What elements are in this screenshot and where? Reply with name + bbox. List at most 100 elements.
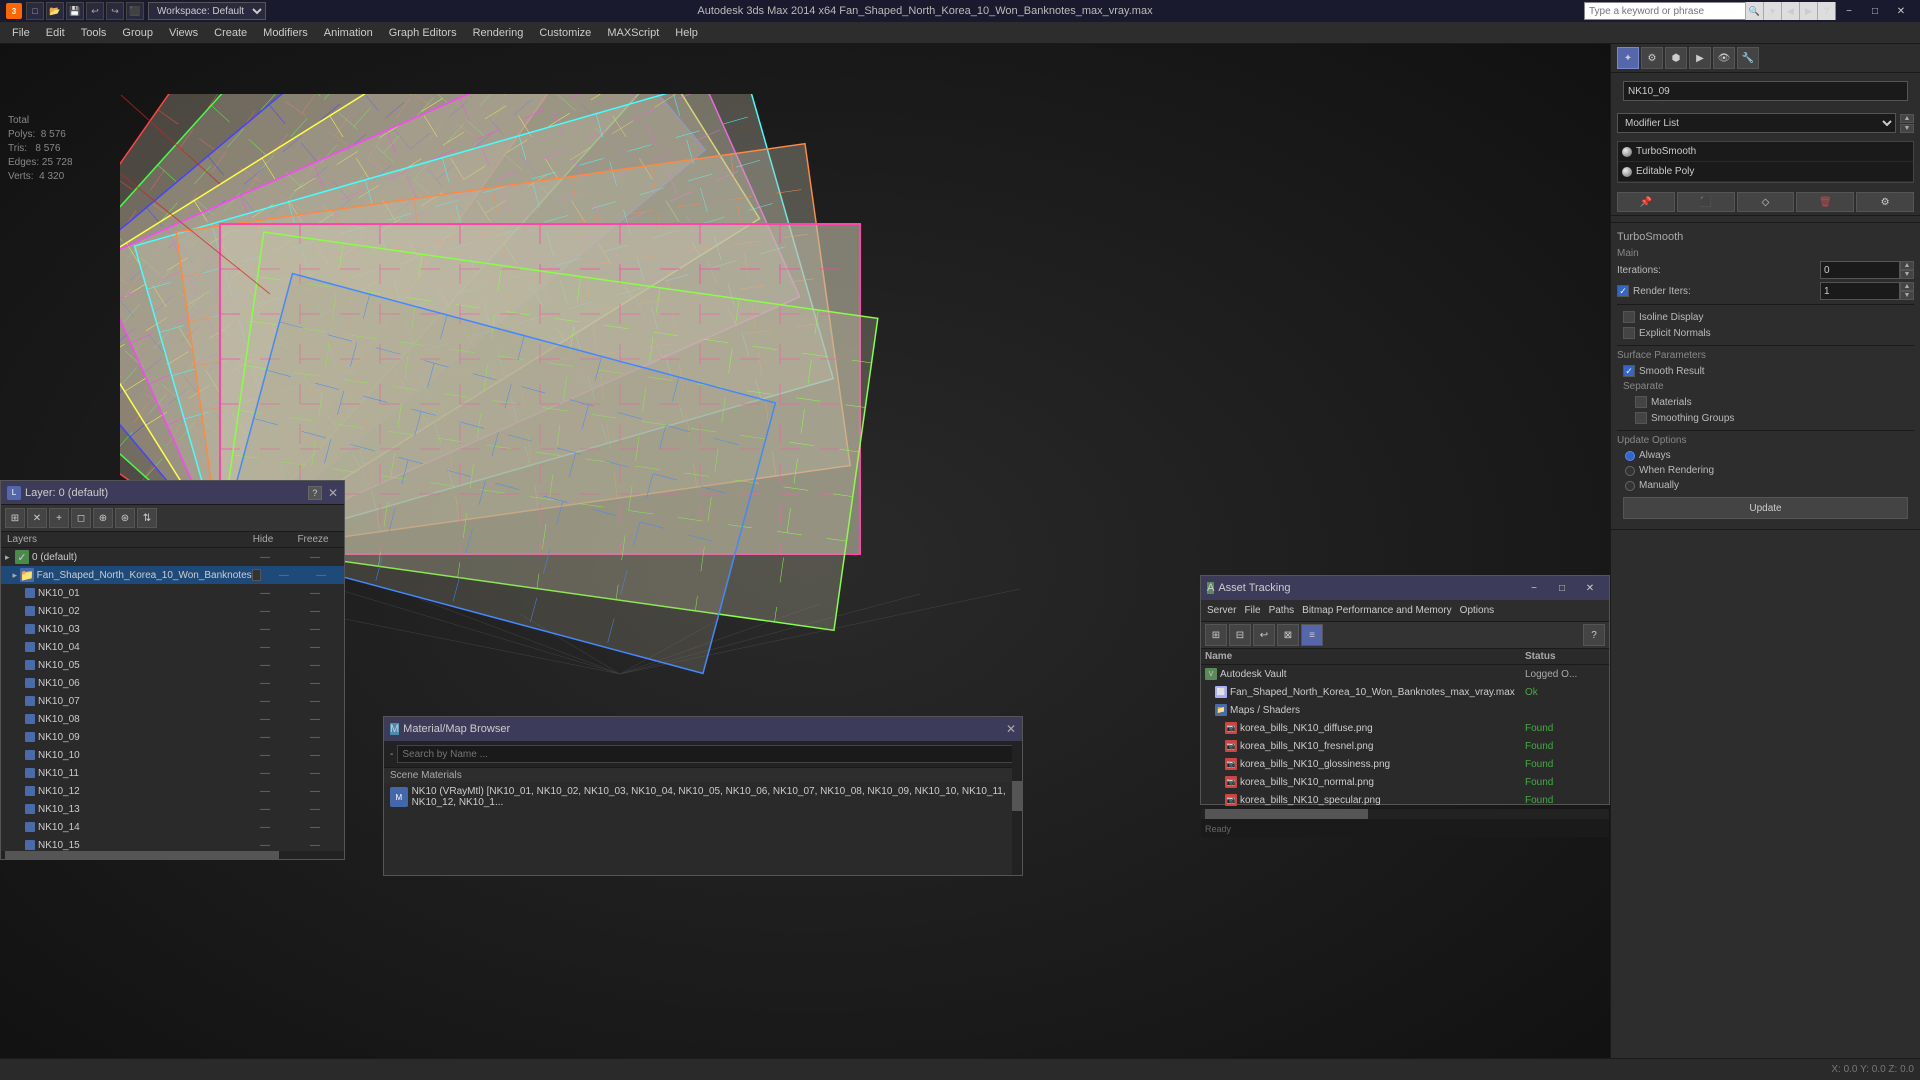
layer-item-nk10-10[interactable]: NK10_10 — —	[1, 746, 344, 764]
show-end-result-btn[interactable]: ⬛	[1677, 192, 1735, 212]
update-manually-radio[interactable]	[1625, 481, 1635, 491]
layer-item-nk10-03[interactable]: NK10_03 — —	[1, 620, 344, 638]
render-iters-input[interactable]	[1820, 282, 1900, 300]
layer-item-nk10-02[interactable]: NK10_02 — —	[1, 602, 344, 620]
update-button[interactable]: Update	[1623, 497, 1908, 519]
display-tab-icon[interactable]: 👁	[1713, 47, 1735, 69]
layer-item-nk10-15[interactable]: NK10_15 — —	[1, 836, 344, 851]
layer-item-nk10-04[interactable]: NK10_04 — —	[1, 638, 344, 656]
explicit-normals-checkbox[interactable]	[1623, 327, 1635, 339]
modifier-editable-poly[interactable]: Editable Poly	[1618, 162, 1913, 182]
asset-menu-server[interactable]: Server	[1207, 605, 1236, 616]
modifier-turbosmooth[interactable]: TurboSmooth	[1618, 142, 1913, 162]
asset-item-max-file[interactable]: ⬜ Fan_Shaped_North_Korea_10_Won_Banknote…	[1201, 683, 1609, 701]
utilities-tab-icon[interactable]: 🔧	[1737, 47, 1759, 69]
material-search-input[interactable]	[397, 745, 1016, 763]
asset-item-diffuse[interactable]: 📷 korea_bills_NK10_diffuse.png Found	[1201, 719, 1609, 737]
layer-item-nk10-12[interactable]: NK10_12 — —	[1, 782, 344, 800]
layer-item-nk10-14[interactable]: NK10_14 — —	[1, 818, 344, 836]
asset-item-fresnel[interactable]: 📷 korea_bills_NK10_fresnel.png Found	[1201, 737, 1609, 755]
asset-minimize-btn[interactable]: −	[1521, 577, 1547, 599]
layer-item-nk10-13[interactable]: NK10_13 — —	[1, 800, 344, 818]
asset-close-btn[interactable]: ✕	[1577, 577, 1603, 599]
menu-group[interactable]: Group	[114, 22, 161, 44]
menu-help[interactable]: Help	[667, 22, 706, 44]
asset-tracking-hscrollbar[interactable]	[1201, 809, 1609, 819]
layer-item-0-default[interactable]: ▸ ✓ 0 (default) — —	[1, 548, 344, 566]
save-btn[interactable]: 💾	[66, 2, 84, 20]
layers-new-btn[interactable]: ⊞	[5, 508, 25, 528]
workspace-select[interactable]: Workspace: Default	[148, 2, 266, 20]
configure-btn[interactable]: ⚙	[1856, 192, 1914, 212]
smoothing-groups-checkbox[interactable]	[1635, 412, 1647, 424]
update-always-radio[interactable]	[1625, 451, 1635, 461]
layers-expand-btn[interactable]: ⇅	[137, 508, 157, 528]
make-unique-btn[interactable]: ◇	[1737, 192, 1795, 212]
menu-file[interactable]: File	[4, 22, 38, 44]
menu-maxscript[interactable]: MAXScript	[599, 22, 667, 44]
material-browser-scrollbar[interactable]	[1012, 741, 1022, 875]
layer-item-nk10-01[interactable]: NK10_01 — —	[1, 584, 344, 602]
asset-menu-file[interactable]: File	[1244, 605, 1260, 616]
render-iters-checkbox[interactable]	[1617, 285, 1629, 297]
asset-item-normal[interactable]: 📷 korea_bills_NK10_normal.png Found	[1201, 773, 1609, 791]
menu-edit[interactable]: Edit	[38, 22, 73, 44]
modifier-list-up-icon[interactable]: ▲	[1900, 114, 1914, 123]
iterations-up-icon[interactable]: ▲	[1900, 261, 1914, 270]
asset-tool-4[interactable]: ⊠	[1277, 624, 1299, 646]
asset-tool-2[interactable]: ⊟	[1229, 624, 1251, 646]
layers-scrollbar[interactable]	[1, 851, 344, 859]
search-help-icon[interactable]: ?	[1817, 2, 1835, 20]
close-button[interactable]: ✕	[1888, 0, 1914, 22]
menu-customize[interactable]: Customize	[531, 22, 599, 44]
asset-menu-paths[interactable]: Paths	[1269, 605, 1295, 616]
redo-btn[interactable]: ↪	[106, 2, 124, 20]
material-browser-close-btn[interactable]: ✕	[1006, 722, 1016, 736]
iterations-input[interactable]	[1820, 261, 1900, 279]
maximize-button[interactable]: □	[1862, 0, 1888, 22]
asset-tool-1[interactable]: ⊞	[1205, 624, 1227, 646]
layer-item-nk10-06[interactable]: NK10_06 — —	[1, 674, 344, 692]
asset-tool-5[interactable]: ≡	[1301, 624, 1323, 646]
pin-stack-btn[interactable]: 📌	[1617, 192, 1675, 212]
motion-tab-icon[interactable]: ▶	[1689, 47, 1711, 69]
layers-find-btn[interactable]: ⊕	[93, 508, 113, 528]
modify-tab-icon[interactable]: ⚙	[1641, 47, 1663, 69]
layer-item-nk10-11[interactable]: NK10_11 — —	[1, 764, 344, 782]
create-tab-icon[interactable]: ✦	[1617, 47, 1639, 69]
menu-animation[interactable]: Animation	[316, 22, 381, 44]
search-input[interactable]	[1585, 3, 1745, 19]
menu-modifiers[interactable]: Modifiers	[255, 22, 316, 44]
camera-btn[interactable]: ⬛	[126, 2, 144, 20]
asset-help-icon[interactable]: ?	[1583, 624, 1605, 646]
menu-graph-editors[interactable]: Graph Editors	[381, 22, 465, 44]
asset-tool-3[interactable]: ↩	[1253, 624, 1275, 646]
layers-select-btn[interactable]: ◻	[71, 508, 91, 528]
asset-item-glossiness[interactable]: 📷 korea_bills_NK10_glossiness.png Found	[1201, 755, 1609, 773]
layer-item-nk10-09[interactable]: NK10_09 — —	[1, 728, 344, 746]
search-submit-icon[interactable]: 🔍	[1745, 2, 1763, 20]
asset-item-maps[interactable]: 📁 Maps / Shaders	[1201, 701, 1609, 719]
layers-help-btn[interactable]: ?	[308, 486, 322, 500]
render-iters-down-icon[interactable]: ▼	[1900, 291, 1914, 300]
layer-expand-icon-0[interactable]: ▸	[5, 552, 15, 563]
layers-merge-btn[interactable]: ⊛	[115, 508, 135, 528]
undo-btn[interactable]: ↩	[86, 2, 104, 20]
isoline-display-checkbox[interactable]	[1623, 311, 1635, 323]
smooth-result-checkbox[interactable]	[1623, 365, 1635, 377]
layer-fan-checkbox[interactable]	[252, 569, 261, 581]
object-name-input[interactable]	[1623, 81, 1908, 101]
layer-item-nk10-07[interactable]: NK10_07 — —	[1, 692, 344, 710]
layers-close-btn[interactable]: ✕	[328, 486, 338, 500]
layers-add-obj-btn[interactable]: +	[49, 508, 69, 528]
modifier-list-dropdown[interactable]: Modifier List	[1617, 113, 1896, 133]
layer-item-nk10-08[interactable]: NK10_08 — —	[1, 710, 344, 728]
open-btn[interactable]: 📂	[46, 2, 64, 20]
materials-checkbox[interactable]	[1635, 396, 1647, 408]
layer-expand-icon-fan[interactable]: ▸	[12, 570, 19, 581]
asset-item-specular[interactable]: 📷 korea_bills_NK10_specular.png Found	[1201, 791, 1609, 809]
render-iters-up-icon[interactable]: ▲	[1900, 282, 1914, 291]
asset-maximize-btn[interactable]: □	[1549, 577, 1575, 599]
search-next-icon[interactable]: ▶	[1799, 2, 1817, 20]
asset-menu-options[interactable]: Options	[1460, 605, 1494, 616]
